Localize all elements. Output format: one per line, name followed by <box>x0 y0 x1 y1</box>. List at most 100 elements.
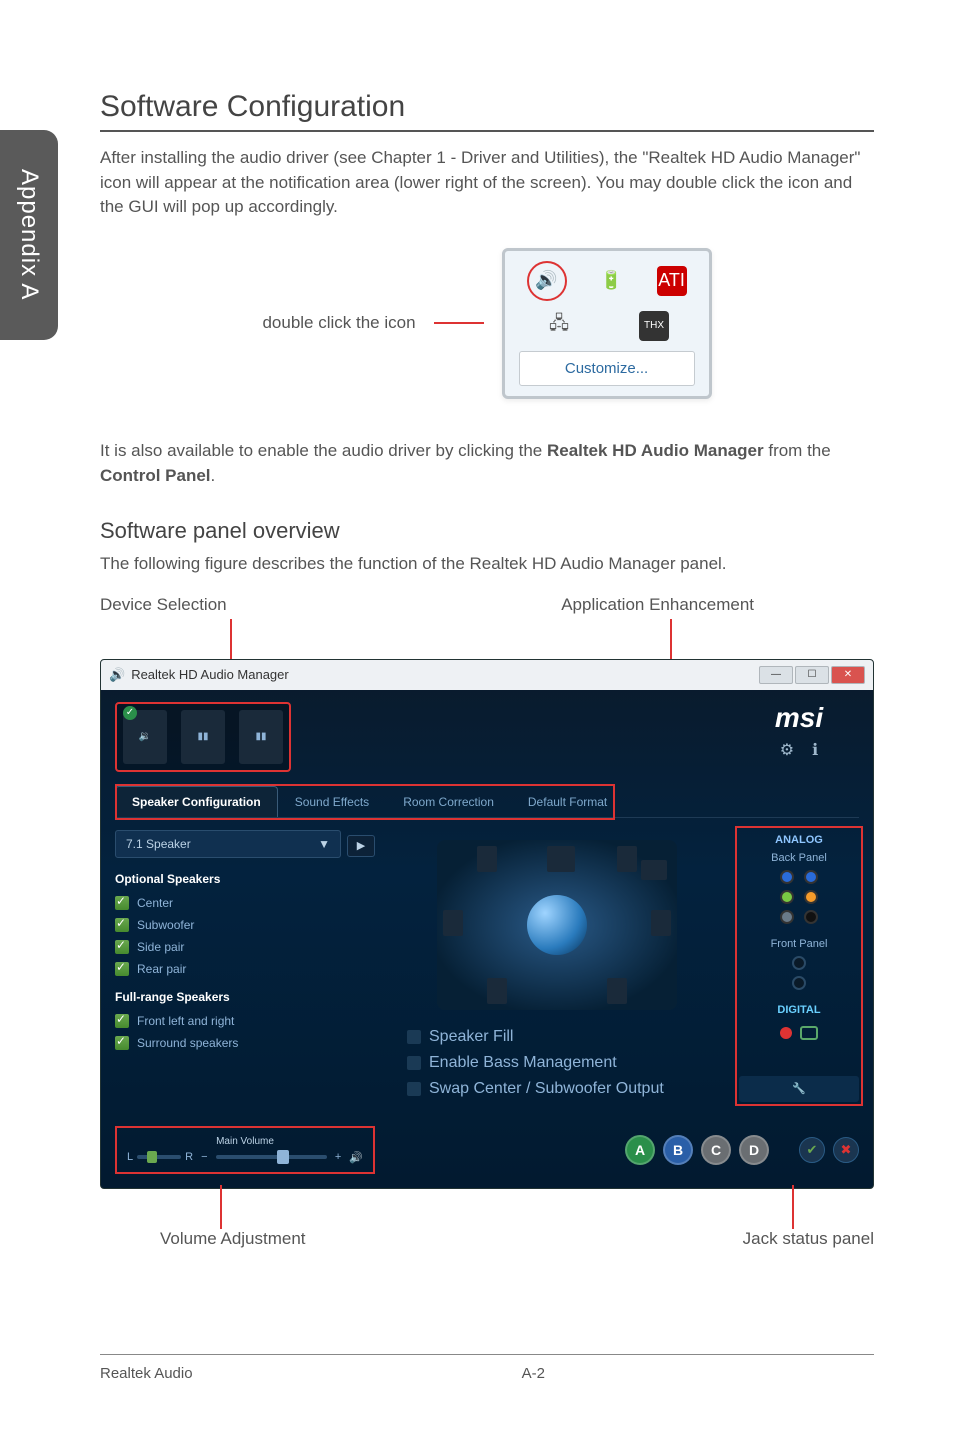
maximize-button[interactable]: ☐ <box>795 666 829 684</box>
callout-arrow <box>434 322 484 324</box>
optical-out-icon[interactable] <box>800 1026 818 1040</box>
battery-icon[interactable]: 🔋 <box>597 266 627 296</box>
analog-label: ANALOG <box>775 834 823 846</box>
chk-surround[interactable]: Surround speakers <box>115 1032 375 1054</box>
callout-leader <box>230 619 232 663</box>
mode-b-button[interactable]: B <box>663 1135 693 1165</box>
balance-l: L <box>127 1151 133 1163</box>
front-panel-label: Front Panel <box>771 938 828 950</box>
jack-icon[interactable] <box>804 910 818 924</box>
label: Rear pair <box>137 962 186 976</box>
jack-icon[interactable] <box>804 890 818 904</box>
jack-icon[interactable] <box>780 870 794 884</box>
network-icon[interactable]: 🖧 <box>544 311 574 341</box>
label: Surround speakers <box>137 1036 238 1050</box>
realtek-panel: 🔊 Realtek HD Audio Manager — ☐ ✕ ✓🔉 ▮▮ ▮… <box>100 659 874 1189</box>
thx-icon[interactable]: THX <box>639 311 669 341</box>
optional-speakers-label: Optional Speakers <box>115 872 375 886</box>
bottom-callouts: Volume Adjustment Jack status panel <box>100 1229 874 1249</box>
chk-swap-center[interactable]: Swap Center / Subwoofer Output <box>407 1076 664 1102</box>
cancel-button[interactable]: ✖ <box>833 1137 859 1163</box>
ok-button[interactable]: ✔ <box>799 1137 825 1163</box>
label: Front left and right <box>137 1014 234 1028</box>
label: Swap Center / Subwoofer Output <box>429 1080 664 1098</box>
label: Enable Bass Management <box>429 1054 617 1072</box>
tab-default-format[interactable]: Default Format <box>511 786 624 817</box>
jack-icon[interactable] <box>804 870 818 884</box>
jack-icon[interactable] <box>792 976 806 990</box>
tab-sound-effects[interactable]: Sound Effects <box>278 786 387 817</box>
close-button[interactable]: ✕ <box>831 666 865 684</box>
callout-leader <box>792 1185 794 1229</box>
checkbox-icon <box>115 962 129 976</box>
balance-r: R <box>185 1151 193 1163</box>
mute-icon[interactable]: 🔊 <box>349 1151 363 1164</box>
subsection-title: Software panel overview <box>100 518 874 544</box>
panel-bottom-bar: Main Volume L R − + 🔊 A B C D ✔ ✖ <box>101 1116 873 1188</box>
control-panel-name: Control Panel <box>100 466 211 485</box>
enable-paragraph: It is also available to enable the audio… <box>100 439 874 488</box>
center-speaker-icon[interactable] <box>547 846 575 872</box>
tab-speaker-configuration[interactable]: Speaker Configuration <box>115 786 278 817</box>
connector-settings-button[interactable]: 🔧 <box>739 1076 859 1102</box>
jack-icon[interactable] <box>780 910 794 924</box>
customize-button[interactable]: Customize... <box>519 351 695 386</box>
chk-front-lr[interactable]: Front left and right <box>115 1010 375 1032</box>
chevron-down-icon: ▼ <box>318 837 330 851</box>
coax-out-icon[interactable] <box>780 1027 792 1039</box>
tab-room-correction[interactable]: Room Correction <box>386 786 511 817</box>
label: Speaker Fill <box>429 1028 513 1046</box>
label: Subwoofer <box>137 918 194 932</box>
speaker-icon[interactable] <box>487 978 507 1004</box>
callout-leader <box>220 1185 222 1229</box>
chk-subwoofer[interactable]: Subwoofer <box>115 914 375 936</box>
mode-c-button[interactable]: C <box>701 1135 731 1165</box>
volume-minus[interactable]: − <box>201 1151 207 1163</box>
volume-thumb-icon <box>277 1150 289 1164</box>
speaker-icon[interactable] <box>617 846 637 872</box>
subwoofer-icon[interactable] <box>641 860 667 880</box>
chk-side-pair[interactable]: Side pair <box>115 936 375 958</box>
play-test-button[interactable]: ▶ <box>347 835 375 857</box>
checkbox-icon <box>115 1014 129 1028</box>
device-recording-icon[interactable]: ▮▮ <box>239 710 283 764</box>
speaker-icon[interactable] <box>443 910 463 936</box>
balance-control[interactable]: L R <box>127 1151 193 1163</box>
volume-slider[interactable] <box>216 1155 327 1159</box>
jack-icon[interactable] <box>792 956 806 970</box>
mode-d-button[interactable]: D <box>739 1135 769 1165</box>
chk-speaker-fill[interactable]: Speaker Fill <box>407 1024 664 1050</box>
speaker-icon[interactable] <box>651 910 671 936</box>
top-callouts: Device Selection Application Enhancement <box>100 595 874 615</box>
speaker-icon[interactable] <box>477 846 497 872</box>
callout-volume-adjustment: Volume Adjustment <box>160 1229 306 1249</box>
info-icon[interactable]: ℹ <box>812 740 818 760</box>
balance-track[interactable] <box>137 1155 181 1159</box>
label: Center <box>137 896 173 910</box>
balance-thumb-icon <box>147 1151 157 1163</box>
section-title: Software Configuration <box>100 90 874 132</box>
intro-paragraph: After installing the audio driver (see C… <box>100 146 874 220</box>
device-selection-area[interactable]: ✓🔉 ▮▮ ▮▮ <box>115 702 291 772</box>
callout-app-enhancement: Application Enhancement <box>561 595 754 615</box>
device-speakers-icon[interactable]: ✓🔉 <box>123 710 167 764</box>
chk-bass-mgmt[interactable]: Enable Bass Management <box>407 1050 664 1076</box>
digital-label: DIGITAL <box>777 1004 820 1016</box>
room-visualization <box>437 840 677 1010</box>
subsection-desc: The following figure describes the funct… <box>100 552 874 577</box>
realtek-speaker-icon[interactable]: 🔊 <box>527 261 567 301</box>
dropdown-value: 7.1 Speaker <box>126 837 191 851</box>
mode-a-button[interactable]: A <box>625 1135 655 1165</box>
jack-icon[interactable] <box>780 890 794 904</box>
chk-rear-pair[interactable]: Rear pair <box>115 958 375 980</box>
minimize-button[interactable]: — <box>759 666 793 684</box>
gear-icon[interactable]: ⚙ <box>780 740 794 760</box>
speaker-mode-dropdown[interactable]: 7.1 Speaker ▼ <box>115 830 341 858</box>
speaker-icon[interactable] <box>607 978 627 1004</box>
chk-center[interactable]: Center <box>115 892 375 914</box>
device-digital-icon[interactable]: ▮▮ <box>181 710 225 764</box>
listener-globe-icon <box>527 895 587 955</box>
volume-plus[interactable]: + <box>335 1151 341 1163</box>
ati-icon[interactable]: ATI <box>657 266 687 296</box>
checkbox-icon <box>115 1036 129 1050</box>
